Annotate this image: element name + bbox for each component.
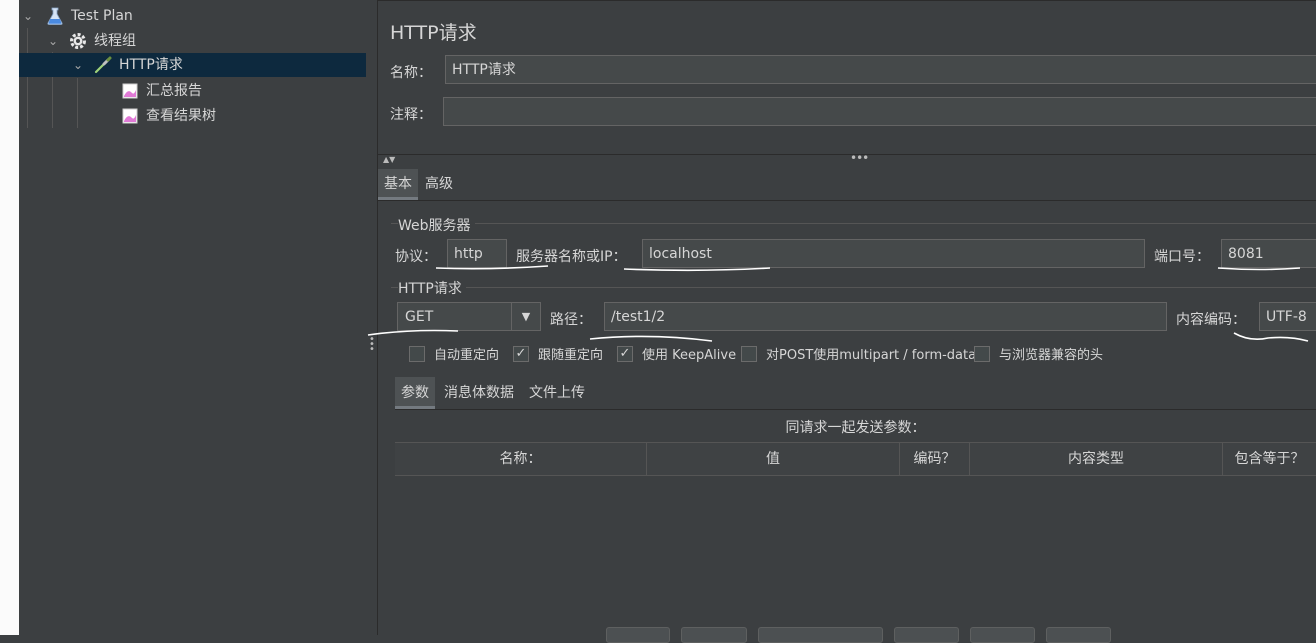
checkbox[interactable] [409,345,425,362]
collapse-arrows-icon[interactable]: ▲▼ [383,155,395,164]
body-tabs: 参数 消息体数据 文件上传 [395,377,1316,410]
tree-guide [27,28,28,128]
down-button[interactable] [1046,627,1111,643]
tab-file-upload[interactable]: 文件上传 [523,377,591,409]
browser-headers-checkbox[interactable]: 与浏览器兼容的头 [974,344,1103,363]
checkbox[interactable] [974,345,990,362]
chevron-down-icon[interactable]: ⌄ [21,4,35,28]
tree-item-label: 汇总报告 [146,83,202,99]
report-chart-icon [122,108,138,124]
tree-item-label: Test Plan [71,8,133,24]
multipart-checkbox[interactable]: 对POST使用multipart / form-data [741,344,976,363]
encoding-label: 内容编码： [1176,312,1246,328]
tree-item-label: 线程组 [94,33,136,49]
add-from-clipboard-button[interactable] [758,627,883,643]
flask-icon [47,7,63,25]
path-label: 路径： [550,312,592,328]
checkbox-label: 使用 KeepAlive [642,348,737,363]
checkmark-icon[interactable]: ✓ [513,345,529,362]
tree-item-label: HTTP请求 [119,57,183,73]
tab-advanced[interactable]: 高级 [419,169,459,200]
tree-item-test-plan[interactable]: ⌄ Test Plan [21,4,366,28]
tab-body-data[interactable]: 消息体数据 [438,377,520,409]
checkbox-label: 自动重定向 [434,348,500,363]
http-request-group-title: HTTP请求 [398,278,466,298]
tree-item-http-request[interactable]: ⌄ HTTP请求 [19,53,366,77]
column-header-name[interactable]: 名称： [395,443,647,475]
page-title: HTTP请求 [390,22,477,44]
checkbox[interactable] [741,345,757,362]
column-header-include-equals[interactable]: 包含等于？ [1223,443,1316,475]
params-table-header: 名称： 值 编码？ 内容类型 包含等于？ [395,442,1316,476]
pipette-icon [94,56,112,74]
comment-label: 注释： [390,107,432,123]
main-tabs: 基本 高级 [378,169,1316,201]
tree-guide [77,78,78,128]
auto-redirect-checkbox[interactable]: 自动重定向 [409,344,499,363]
chevron-down-icon[interactable]: ⌄ [71,53,85,77]
window-edge [0,0,19,635]
add-button[interactable] [681,627,747,643]
group-border [391,223,1316,224]
protocol-field[interactable]: http [447,239,507,268]
drag-handle-icon[interactable]: ••• [850,151,869,165]
tree-item-summary-report[interactable]: 汇总报告 [120,79,366,103]
collapse-bar[interactable]: ▲▼ ••• [378,151,1316,169]
column-header-value[interactable]: 值 [647,443,900,475]
panel-splitter[interactable]: • • • [366,0,378,635]
server-field[interactable]: localhost [642,239,1145,268]
gear-icon [70,33,86,49]
column-header-encode[interactable]: 编码？ [900,443,970,475]
keepalive-checkbox[interactable]: ✓ 使用 KeepAlive [617,344,736,363]
protocol-label: 协议： [395,249,437,265]
tree-item-results-tree[interactable]: 查看结果树 [120,104,366,128]
comment-field[interactable] [443,97,1316,126]
name-field[interactable]: HTTP请求 [445,55,1316,84]
params-caption: 同请求一起发送参数： [785,420,926,436]
tree-item-thread-group[interactable]: ⌄ 线程组 [46,29,366,53]
method-select[interactable]: GET ▼ [397,302,541,331]
path-field[interactable]: /test1/2 [604,302,1167,331]
follow-redirect-checkbox[interactable]: ✓ 跟随重定向 [513,344,603,363]
tab-basic[interactable]: 基本 [378,169,418,200]
tree-item-label: 查看结果树 [146,108,216,124]
name-label: 名称： [390,65,432,81]
test-plan-tree: ⌄ Test Plan ⌄ 线程组 ⌄ HTTP请求 汇总报告 查看结果树 [19,0,377,635]
checkmark-icon[interactable]: ✓ [617,345,633,362]
chevron-down-icon[interactable]: ⌄ [46,29,60,53]
server-label: 服务器名称或IP： [516,249,627,265]
web-server-group-title: Web服务器 [398,215,475,235]
drag-handle-icon[interactable]: ••• [369,335,375,355]
group-border [391,287,1316,288]
chevron-down-icon[interactable]: ▼ [511,303,540,330]
checkbox-label: 对POST使用multipart / form-data [766,348,977,363]
port-label: 端口号： [1154,249,1210,265]
checkbox-label: 与浏览器兼容的头 [999,348,1104,363]
method-value: GET [405,309,434,325]
port-field[interactable]: 8081 [1221,239,1316,268]
column-header-content-type[interactable]: 内容类型 [970,443,1223,475]
encoding-field[interactable]: UTF-8 [1259,302,1316,331]
report-chart-icon [122,83,138,99]
up-button[interactable] [970,627,1035,643]
http-request-panel: HTTP请求 名称： HTTP请求 注释： ▲▼ ••• 基本 高级 Web服务… [378,0,1316,643]
delete-button[interactable] [894,627,959,643]
checkbox-label: 跟随重定向 [538,348,604,363]
tab-parameters[interactable]: 参数 [395,377,435,409]
detail-button[interactable] [606,627,670,643]
